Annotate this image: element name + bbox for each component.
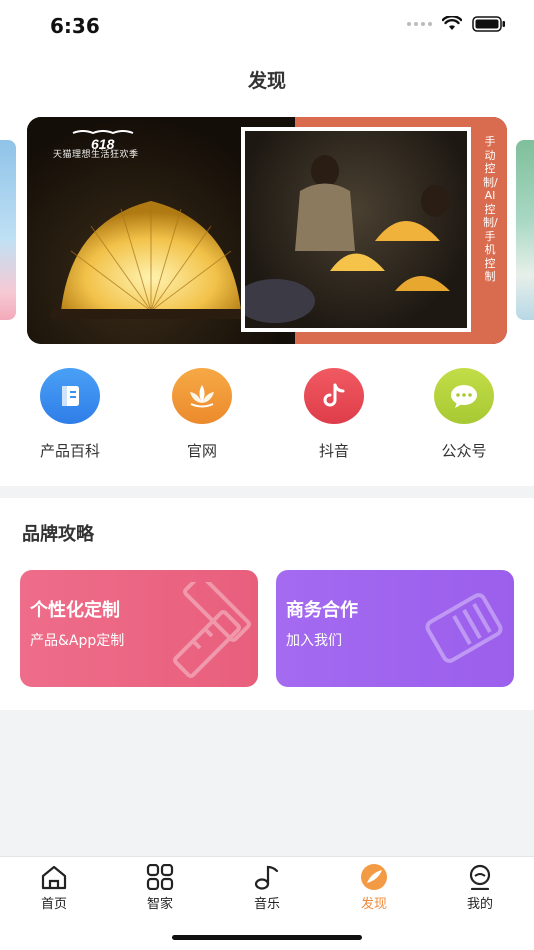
quick-link-douyin[interactable]: 抖音	[284, 368, 384, 461]
signal-icon	[407, 22, 432, 26]
handshake-icon	[425, 593, 503, 663]
ruler-pencil-icon	[173, 582, 251, 678]
quick-link-label: 官网	[186, 442, 217, 460]
banner-prev-peek[interactable]	[0, 140, 16, 320]
quick-link-label: 抖音	[318, 442, 349, 460]
tiktok-icon	[304, 368, 364, 424]
tab-music[interactable]: 音乐	[227, 863, 307, 912]
business-card[interactable]: 商务合作 加入我们	[276, 570, 514, 687]
quick-link-label: 产品百科	[39, 442, 100, 460]
nav-bar: 发现	[0, 56, 534, 102]
card-title: 个性化定制	[30, 600, 120, 621]
banner-slogan: 天猫理想生活狂欢季	[53, 150, 139, 160]
tab-label: 我的	[466, 897, 493, 912]
home-indicator[interactable]	[172, 935, 362, 940]
home-icon	[39, 863, 69, 891]
wifi-icon	[442, 16, 462, 30]
tab-label: 发现	[360, 897, 387, 912]
grid-icon	[145, 863, 175, 891]
quick-link-product-wiki[interactable]: 产品百科	[20, 368, 120, 461]
book-icon	[40, 368, 100, 424]
music-note-icon	[252, 863, 282, 891]
card-subtitle: 产品&App定制	[30, 633, 125, 649]
tab-smart-home[interactable]: 智家	[120, 863, 200, 912]
quick-links: 产品百科 官网 抖音 公众号	[0, 368, 534, 468]
discover-screen: 6:36 发现 618 天猫理想生活狂欢季 手动控制/AI控制/手机控制 产品百…	[0, 0, 534, 950]
status-time: 6:36	[50, 14, 100, 38]
tab-label: 音乐	[253, 897, 280, 912]
section-title: 品牌攻略	[22, 524, 94, 545]
profile-icon	[465, 863, 495, 891]
people-with-lamps-image	[245, 155, 450, 323]
fan-lamp-image	[51, 201, 251, 319]
status-bar: 6:36	[0, 0, 534, 56]
tab-profile[interactable]: 我的	[440, 863, 520, 912]
wechat-icon	[434, 368, 494, 424]
card-title: 商务合作	[286, 600, 358, 621]
banner-carousel[interactable]: 618 天猫理想生活狂欢季 手动控制/AI控制/手机控制	[27, 117, 507, 344]
battery-icon	[472, 16, 505, 32]
banner-photo	[245, 131, 467, 328]
banner-next-peek[interactable]	[516, 140, 534, 320]
lotus-icon	[172, 368, 232, 424]
brand-guide-section: 品牌攻略 个性化定制 产品&App定制 商务合作 加入我们	[0, 498, 534, 710]
page-title: 发现	[247, 70, 286, 92]
banner-photo-frame	[241, 127, 471, 332]
custom-card[interactable]: 个性化定制 产品&App定制	[20, 570, 258, 687]
tab-discover[interactable]: 发现	[334, 863, 414, 912]
tab-home[interactable]: 首页	[14, 863, 94, 912]
discover-icon	[359, 863, 389, 891]
quick-link-official-site[interactable]: 官网	[152, 368, 252, 461]
quick-link-label: 公众号	[441, 442, 487, 460]
banner-feature-text: 手动控制/AI控制/手机控制	[483, 135, 498, 283]
tab-label: 首页	[40, 897, 67, 912]
tab-label: 智家	[146, 897, 173, 912]
status-icons	[407, 16, 506, 32]
quick-link-wechat-official[interactable]: 公众号	[414, 368, 514, 461]
card-subtitle: 加入我们	[286, 633, 342, 649]
